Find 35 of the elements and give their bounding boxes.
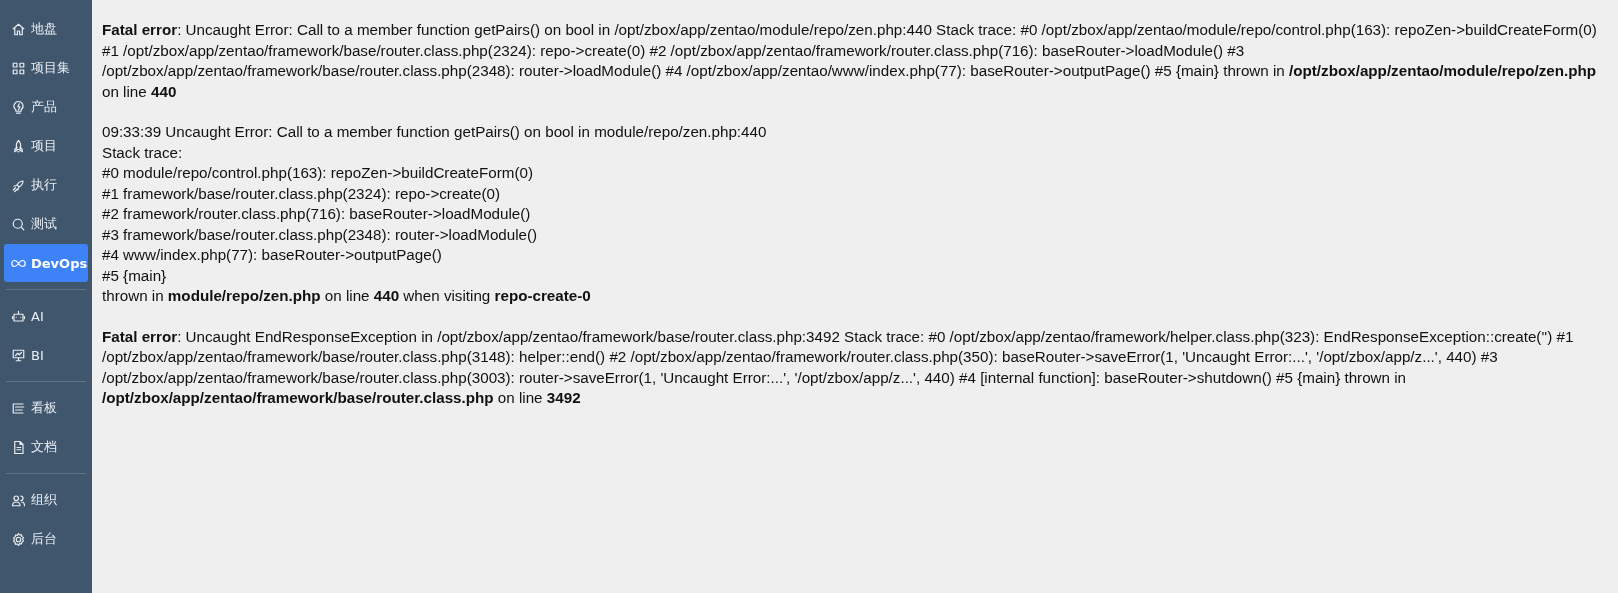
grid-icon bbox=[11, 60, 26, 76]
robot-icon bbox=[11, 308, 26, 324]
error-message: Fatal error: Uncaught EndResponseException in /opt/zbox/app/zentao/framework/base/router.class.php:3492 Stack trace: #0 /opt/zbox/app/zentao/framework/helper.class.php(323): EndResponseException::create('') #1 /opt/zbox/app/zentao/framework/base/router.class.php(3148): helper::end() #2 /opt/zbox/app/zentao/framework/router.class.php(350): baseRouter->saveError(1, 'Uncaught Error:...', '/opt/zbox/app/z...', 440) #3 /opt/zbox/app/zentao/framework/base/router.class.php(3003): router->saveError(1, 'Uncaught Error:...', '/opt/zbox/app/z...', 440) #4 [internal function]: baseRouter->shutdown() #5 {main} thrown in /opt/zbox/app/zentao/framework/base/router.class.php on line 3492 bbox=[102, 326, 1575, 408]
users-icon bbox=[11, 492, 26, 508]
stack-trace-line: #0 module/repo/control.php(163): repoZen->buildCreateForm(0) bbox=[102, 163, 534, 183]
stack-trace-line: Stack trace: bbox=[102, 142, 184, 163]
stack-trace-line: #2 framework/router.class.php(716): baseRouter->loadModule() bbox=[102, 204, 532, 224]
stack-trace-line: #4 www/index.php(77): baseRouter->outputPage() bbox=[102, 245, 443, 265]
stack-trace-line: 09:33:39 Uncaught Error: Call to a member function getPairs() on bool in module/repo/zen.php:440 bbox=[102, 122, 768, 142]
stack-trace-line: #5 {main} bbox=[102, 265, 168, 286]
home-icon bbox=[11, 21, 26, 37]
nav-item[interactable]: 后台 bbox=[4, 520, 88, 558]
nav-item[interactable]: 项目 bbox=[4, 127, 88, 165]
nav-item[interactable]: BI bbox=[4, 336, 88, 374]
lightbulb-icon bbox=[11, 99, 26, 115]
nav-item[interactable]: 项目集 bbox=[4, 49, 88, 87]
stack-trace-line: thrown in module/repo/zen.php on line 440 when visiting repo-create-0 bbox=[102, 286, 592, 306]
nav-item[interactable]: DevOps bbox=[4, 244, 88, 282]
nav-item[interactable]: 看板 bbox=[4, 389, 88, 427]
nav-item[interactable]: 文档 bbox=[4, 428, 88, 466]
nav-item[interactable]: AI bbox=[4, 297, 88, 335]
nav-item[interactable]: 测试 bbox=[4, 205, 88, 243]
nav-item[interactable]: 产品 bbox=[4, 88, 88, 126]
stack-trace-line: #1 framework/base/router.class.php(2324): repo->create(0) bbox=[102, 183, 502, 204]
nav-item[interactable]: 执行 bbox=[4, 166, 88, 204]
chart-board-icon bbox=[11, 347, 26, 363]
nav-item[interactable]: 地盘 bbox=[4, 10, 88, 48]
rocket-diagonal-icon bbox=[11, 177, 26, 193]
search-icon bbox=[11, 216, 26, 232]
stack-trace-line: #3 framework/base/router.class.php(2348): router->loadModule() bbox=[102, 224, 539, 245]
error-message: Fatal error: Uncaught Error: Call to a member function getPairs() on bool in /opt/zbox/app/zentao/module/repo/zen.php:440 Stack trace: #0 /opt/zbox/app/zentao/module/repo/control.php(163): repoZen->buildCreateForm(0) #1 /opt/zbox/app/zentao/framework/base/router.class.php(2324): repo->create(0) #2 /opt/zbox/app/zentao/framework/router.class.php(716): baseRouter->loadModule() #3 /opt/zbox/app/zentao/framework/base/router.class.php(2348): router->loadModule() #4 /opt/zbox/app/zentao/www/index.php(77): baseRouter->outputPage() #5 {main} thrown in /opt/zbox/app/zentao/module/repo/zen.php on line 440 bbox=[102, 20, 1598, 102]
rocket-icon bbox=[11, 138, 26, 154]
document-icon bbox=[11, 439, 26, 455]
gear-icon bbox=[11, 531, 26, 547]
nav-item[interactable]: 组织 bbox=[4, 481, 88, 519]
